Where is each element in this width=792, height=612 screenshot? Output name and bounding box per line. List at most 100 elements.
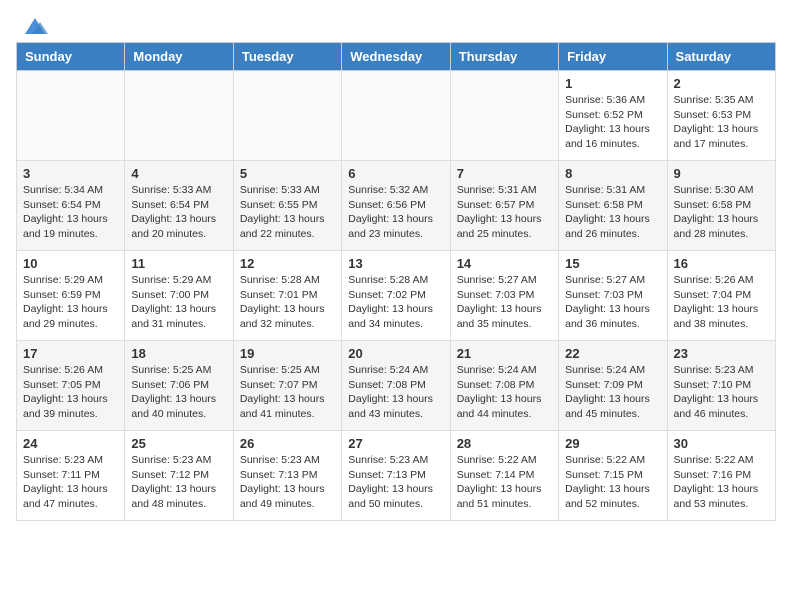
calendar-cell: 23 Sunrise: 5:23 AMSunset: 7:10 PMDayligh… <box>667 341 775 431</box>
calendar-body: 1 Sunrise: 5:36 AMSunset: 6:52 PMDaylight… <box>17 71 776 521</box>
calendar-cell <box>125 71 233 161</box>
calendar-cell: 14Sunrise: 5:27 AMSunset: 7:03 PMDayligh… <box>450 251 558 341</box>
calendar-cell: 5 Sunrise: 5:33 AMSunset: 6:55 PMDaylight… <box>233 161 341 251</box>
calendar-cell: 2 Sunrise: 5:35 AMSunset: 6:53 PMDaylight… <box>667 71 775 161</box>
day-number: 29 <box>565 436 660 451</box>
day-number: 7 <box>457 166 552 181</box>
week-row-5: 24 Sunrise: 5:23 AMSunset: 7:11 PMDayligh… <box>17 431 776 521</box>
calendar-cell: 22 Sunrise: 5:24 AMSunset: 7:09 PMDayligh… <box>559 341 667 431</box>
calendar-cell: 28Sunrise: 5:22 AMSunset: 7:14 PMDayligh… <box>450 431 558 521</box>
day-info: Sunrise: 5:23 AMSunset: 7:13 PMDaylight:… <box>348 453 443 512</box>
calendar-header: SundayMondayTuesdayWednesdayThursdayFrid… <box>17 43 776 71</box>
day-info: Sunrise: 5:26 AMSunset: 7:04 PMDaylight:… <box>674 273 769 332</box>
header-tuesday: Tuesday <box>233 43 341 71</box>
day-info: Sunrise: 5:24 AMSunset: 7:09 PMDaylight:… <box>565 363 660 422</box>
calendar-cell: 3 Sunrise: 5:34 AMSunset: 6:54 PMDaylight… <box>17 161 125 251</box>
calendar-cell <box>342 71 450 161</box>
calendar-cell: 13 Sunrise: 5:28 AMSunset: 7:02 PMDayligh… <box>342 251 450 341</box>
week-row-2: 3 Sunrise: 5:34 AMSunset: 6:54 PMDaylight… <box>17 161 776 251</box>
calendar-cell: 9Sunrise: 5:30 AMSunset: 6:58 PMDaylight… <box>667 161 775 251</box>
day-info: Sunrise: 5:33 AMSunset: 6:55 PMDaylight:… <box>240 183 335 242</box>
day-number: 27 <box>348 436 443 451</box>
day-number: 18 <box>131 346 226 361</box>
calendar-cell: 19Sunrise: 5:25 AMSunset: 7:07 PMDayligh… <box>233 341 341 431</box>
day-info: Sunrise: 5:31 AMSunset: 6:58 PMDaylight:… <box>565 183 660 242</box>
calendar-cell: 6 Sunrise: 5:32 AMSunset: 6:56 PMDaylight… <box>342 161 450 251</box>
calendar-cell: 20 Sunrise: 5:24 AMSunset: 7:08 PMDayligh… <box>342 341 450 431</box>
day-info: Sunrise: 5:32 AMSunset: 6:56 PMDaylight:… <box>348 183 443 242</box>
day-number: 21 <box>457 346 552 361</box>
calendar-cell <box>450 71 558 161</box>
day-number: 23 <box>674 346 769 361</box>
header-monday: Monday <box>125 43 233 71</box>
calendar-cell: 8Sunrise: 5:31 AMSunset: 6:58 PMDaylight… <box>559 161 667 251</box>
day-number: 25 <box>131 436 226 451</box>
calendar-cell: 4Sunrise: 5:33 AMSunset: 6:54 PMDaylight… <box>125 161 233 251</box>
calendar-cell: 12 Sunrise: 5:28 AMSunset: 7:01 PMDayligh… <box>233 251 341 341</box>
header-thursday: Thursday <box>450 43 558 71</box>
day-info: Sunrise: 5:34 AMSunset: 6:54 PMDaylight:… <box>23 183 118 242</box>
day-info: Sunrise: 5:28 AMSunset: 7:02 PMDaylight:… <box>348 273 443 332</box>
day-number: 17 <box>23 346 118 361</box>
day-info: Sunrise: 5:27 AMSunset: 7:03 PMDaylight:… <box>565 273 660 332</box>
calendar-cell: 1 Sunrise: 5:36 AMSunset: 6:52 PMDaylight… <box>559 71 667 161</box>
day-number: 10 <box>23 256 118 271</box>
day-number: 15 <box>565 256 660 271</box>
day-number: 6 <box>348 166 443 181</box>
day-info: Sunrise: 5:29 AMSunset: 6:59 PMDaylight:… <box>23 273 118 332</box>
day-number: 1 <box>565 76 660 91</box>
day-info: Sunrise: 5:23 AMSunset: 7:13 PMDaylight:… <box>240 453 335 512</box>
day-info: Sunrise: 5:30 AMSunset: 6:58 PMDaylight:… <box>674 183 769 242</box>
day-number: 26 <box>240 436 335 451</box>
day-number: 3 <box>23 166 118 181</box>
page-header <box>16 16 776 32</box>
day-info: Sunrise: 5:35 AMSunset: 6:53 PMDaylight:… <box>674 93 769 152</box>
day-info: Sunrise: 5:24 AMSunset: 7:08 PMDaylight:… <box>457 363 552 422</box>
day-info: Sunrise: 5:28 AMSunset: 7:01 PMDaylight:… <box>240 273 335 332</box>
week-row-1: 1 Sunrise: 5:36 AMSunset: 6:52 PMDaylight… <box>17 71 776 161</box>
calendar-cell: 25 Sunrise: 5:23 AMSunset: 7:12 PMDayligh… <box>125 431 233 521</box>
calendar-cell <box>17 71 125 161</box>
day-number: 30 <box>674 436 769 451</box>
calendar-cell: 21 Sunrise: 5:24 AMSunset: 7:08 PMDayligh… <box>450 341 558 431</box>
calendar-cell: 11 Sunrise: 5:29 AMSunset: 7:00 PMDayligh… <box>125 251 233 341</box>
logo-icon <box>20 16 50 36</box>
calendar-cell: 29 Sunrise: 5:22 AMSunset: 7:15 PMDayligh… <box>559 431 667 521</box>
week-row-3: 10 Sunrise: 5:29 AMSunset: 6:59 PMDayligh… <box>17 251 776 341</box>
calendar-cell: 10 Sunrise: 5:29 AMSunset: 6:59 PMDayligh… <box>17 251 125 341</box>
header-friday: Friday <box>559 43 667 71</box>
day-info: Sunrise: 5:24 AMSunset: 7:08 PMDaylight:… <box>348 363 443 422</box>
calendar-cell: 15 Sunrise: 5:27 AMSunset: 7:03 PMDayligh… <box>559 251 667 341</box>
day-info: Sunrise: 5:26 AMSunset: 7:05 PMDaylight:… <box>23 363 118 422</box>
day-info: Sunrise: 5:29 AMSunset: 7:00 PMDaylight:… <box>131 273 226 332</box>
day-info: Sunrise: 5:23 AMSunset: 7:11 PMDaylight:… <box>23 453 118 512</box>
day-info: Sunrise: 5:22 AMSunset: 7:14 PMDaylight:… <box>457 453 552 512</box>
day-number: 20 <box>348 346 443 361</box>
day-number: 4 <box>131 166 226 181</box>
calendar-cell: 18 Sunrise: 5:25 AMSunset: 7:06 PMDayligh… <box>125 341 233 431</box>
header-sunday: Sunday <box>17 43 125 71</box>
day-info: Sunrise: 5:22 AMSunset: 7:15 PMDaylight:… <box>565 453 660 512</box>
day-info: Sunrise: 5:23 AMSunset: 7:12 PMDaylight:… <box>131 453 226 512</box>
day-number: 5 <box>240 166 335 181</box>
day-number: 12 <box>240 256 335 271</box>
day-number: 2 <box>674 76 769 91</box>
header-row: SundayMondayTuesdayWednesdayThursdayFrid… <box>17 43 776 71</box>
day-info: Sunrise: 5:22 AMSunset: 7:16 PMDaylight:… <box>674 453 769 512</box>
logo <box>16 16 50 32</box>
day-number: 13 <box>348 256 443 271</box>
calendar-cell: 26 Sunrise: 5:23 AMSunset: 7:13 PMDayligh… <box>233 431 341 521</box>
day-info: Sunrise: 5:36 AMSunset: 6:52 PMDaylight:… <box>565 93 660 152</box>
day-info: Sunrise: 5:25 AMSunset: 7:06 PMDaylight:… <box>131 363 226 422</box>
day-number: 22 <box>565 346 660 361</box>
calendar-table: SundayMondayTuesdayWednesdayThursdayFrid… <box>16 42 776 521</box>
day-info: Sunrise: 5:23 AMSunset: 7:10 PMDaylight:… <box>674 363 769 422</box>
calendar-cell: 27 Sunrise: 5:23 AMSunset: 7:13 PMDayligh… <box>342 431 450 521</box>
day-number: 11 <box>131 256 226 271</box>
header-saturday: Saturday <box>667 43 775 71</box>
day-info: Sunrise: 5:31 AMSunset: 6:57 PMDaylight:… <box>457 183 552 242</box>
day-info: Sunrise: 5:27 AMSunset: 7:03 PMDaylight:… <box>457 273 552 332</box>
day-number: 24 <box>23 436 118 451</box>
calendar-cell: 7 Sunrise: 5:31 AMSunset: 6:57 PMDaylight… <box>450 161 558 251</box>
week-row-4: 17 Sunrise: 5:26 AMSunset: 7:05 PMDayligh… <box>17 341 776 431</box>
